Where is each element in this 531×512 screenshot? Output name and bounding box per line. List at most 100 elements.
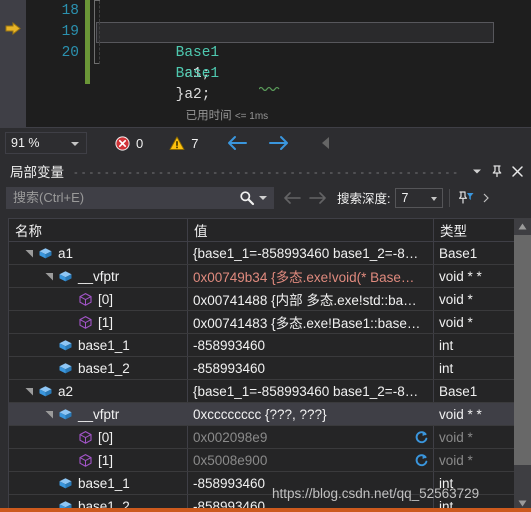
field-box-icon: [38, 384, 53, 399]
table-row[interactable]: base1_2 -858993460 int: [9, 357, 531, 380]
scrollbar-thumb[interactable]: [514, 235, 531, 465]
pin-filter-icon[interactable]: [456, 188, 476, 208]
variable-value-cell[interactable]: {base1_1=-858993460 base1_2=-8…: [187, 380, 433, 402]
locals-panel-titlebar: 局部变量: [0, 158, 531, 184]
line-number: 19: [61, 24, 79, 40]
variable-value: 0x5008e900: [193, 452, 268, 468]
variable-name-cell[interactable]: base1_2: [9, 357, 187, 379]
indent-guide: [99, 1, 100, 22]
variable-name: a2: [58, 383, 74, 399]
variable-value-cell[interactable]: 0x00741483 {多态.exe!Base1::base…: [187, 311, 433, 333]
table-row[interactable]: __vfptr 0xcccccccc {???, ???} void * *: [9, 403, 531, 426]
table-row[interactable]: [0] 0x002098e9 void *: [9, 426, 531, 449]
code-editor[interactable]: 18 19 20 Base1 a1; Base1 a2; 已用时间 <= 1ms: [0, 0, 531, 127]
variable-value: -858993460: [193, 475, 266, 491]
code-line[interactable]: Base1 a1;: [98, 1, 531, 82]
variable-value-cell[interactable]: -858993460: [187, 334, 433, 356]
variable-value: 0x002098e9: [193, 429, 268, 445]
search-next-icon[interactable]: [308, 190, 328, 206]
grid-vertical-scrollbar[interactable]: [514, 218, 531, 512]
error-count: 0: [136, 135, 144, 151]
element-cube-icon: [78, 292, 93, 307]
refresh-value-icon[interactable]: [414, 453, 429, 468]
scroll-up-triangle-up-icon[interactable]: [514, 218, 531, 235]
variable-name-cell[interactable]: base1_1: [9, 334, 187, 356]
pin-icon[interactable]: [487, 161, 507, 181]
search-icon[interactable]: [239, 190, 255, 206]
variable-name: base1_1: [78, 337, 130, 353]
variable-name-cell[interactable]: __vfptr: [9, 265, 187, 287]
table-row[interactable]: [1] 0x00741483 {多态.exe!Base1::base… void *: [9, 311, 531, 334]
variable-name-cell[interactable]: [1]: [9, 311, 187, 333]
editor-status-bar: 91 % 0 7: [0, 127, 531, 158]
variable-value-cell[interactable]: -858993460: [187, 357, 433, 379]
error-count-indicator[interactable]: 0: [115, 136, 143, 151]
warning-count-indicator[interactable]: 7: [169, 136, 198, 151]
table-row[interactable]: [1] 0x5008e900 void *: [9, 449, 531, 472]
toolbar-overflow-chevron-right-icon[interactable]: [476, 188, 496, 208]
variable-value-cell[interactable]: 0x002098e9: [187, 426, 433, 448]
current-statement-arrow-icon: [5, 21, 21, 36]
column-header-name[interactable]: 名称: [9, 219, 187, 241]
search-depth-combobox[interactable]: 7: [395, 187, 444, 208]
search-box[interactable]: [6, 186, 274, 209]
search-options-chevron-down-icon[interactable]: [259, 195, 267, 200]
variable-value-cell[interactable]: {base1_1=-858993460 base1_2=-8…: [187, 242, 433, 264]
variable-value: -858993460: [193, 337, 266, 353]
table-row[interactable]: [0] 0x00741488 {内部 多态.exe!std::ba… void *: [9, 288, 531, 311]
variable-value-cell[interactable]: -858993460: [187, 472, 433, 494]
table-row[interactable]: base1_1 -858993460 int: [9, 472, 531, 495]
search-input[interactable]: [13, 190, 231, 205]
field-box-icon: [58, 338, 73, 353]
variable-name-cell[interactable]: __vfptr: [9, 403, 187, 425]
variable-name-cell[interactable]: base1_1: [9, 472, 187, 494]
expander-expanded-icon[interactable]: [43, 408, 56, 421]
warning-icon: [169, 136, 185, 151]
variable-name: [0]: [98, 291, 114, 307]
code-line[interactable]: }: [98, 43, 531, 103]
zoom-level-combobox[interactable]: 91 %: [5, 132, 87, 154]
variable-value-cell[interactable]: 0x5008e900: [187, 449, 433, 471]
variable-name-cell[interactable]: a1: [9, 242, 187, 264]
variable-name-cell[interactable]: [0]: [9, 426, 187, 448]
table-row[interactable]: base1_1 -858993460 int: [9, 334, 531, 357]
table-row[interactable]: a2 {base1_1=-858993460 base1_2=-8… Base1: [9, 380, 531, 403]
close-icon[interactable]: [507, 161, 527, 181]
variable-value-cell[interactable]: 0xcccccccc {???, ???}: [187, 403, 433, 425]
zoom-level-value: 91 %: [11, 136, 40, 150]
panel-menu-chevron-down-icon[interactable]: [467, 161, 487, 181]
locals-panel: 局部变量 搜索(Ctrl+E) 搜索深度: 7 名称 值 类型 a1 {base…: [0, 158, 531, 512]
expander-expanded-icon[interactable]: [23, 385, 36, 398]
navigate-forward-icon[interactable]: [268, 134, 290, 152]
refresh-value-icon[interactable]: [414, 430, 429, 445]
code-text-area[interactable]: Base1 a1; Base1 a2; 已用时间 <= 1ms }: [90, 0, 531, 127]
code-line-current[interactable]: Base1 a2; 已用时间 <= 1ms: [98, 22, 531, 122]
variable-type: int: [439, 360, 454, 376]
variable-name: base1_1: [78, 475, 130, 491]
variable-name-cell[interactable]: [0]: [9, 288, 187, 310]
bottom-accent-strip: [0, 508, 531, 512]
variable-name-cell[interactable]: [1]: [9, 449, 187, 471]
column-header-value[interactable]: 值: [187, 219, 433, 241]
variable-value-cell[interactable]: 0x00749b34 {多态.exe!void(* Base…: [187, 265, 433, 287]
locals-variables-grid[interactable]: 名称 值 类型 a1 {base1_1=-858993460 base1_2=-8…: [8, 218, 531, 512]
search-prev-icon[interactable]: [282, 190, 302, 206]
warning-count: 7: [191, 135, 199, 151]
search-depth-label: 搜索深度:: [337, 192, 391, 206]
expander-expanded-icon[interactable]: [23, 247, 36, 260]
table-row[interactable]: a1 {base1_1=-858993460 base1_2=-8… Base1: [9, 242, 531, 265]
triangle-left-icon[interactable]: [322, 137, 330, 149]
variable-value-cell[interactable]: 0x00741488 {内部 多态.exe!std::ba…: [187, 288, 433, 310]
navigate-back-icon[interactable]: [226, 134, 248, 152]
expander-expanded-icon[interactable]: [43, 270, 56, 283]
field-box-icon: [58, 407, 73, 422]
chevron-down-icon: [431, 196, 438, 201]
variable-value: {base1_1=-858993460 base1_2=-8…: [193, 245, 419, 261]
table-row[interactable]: __vfptr 0x00749b34 {多态.exe!void(* Base… vo…: [9, 265, 531, 288]
indicator-margin[interactable]: [0, 0, 26, 127]
variable-name-cell[interactable]: a2: [9, 380, 187, 402]
variable-value: -858993460: [193, 360, 266, 376]
